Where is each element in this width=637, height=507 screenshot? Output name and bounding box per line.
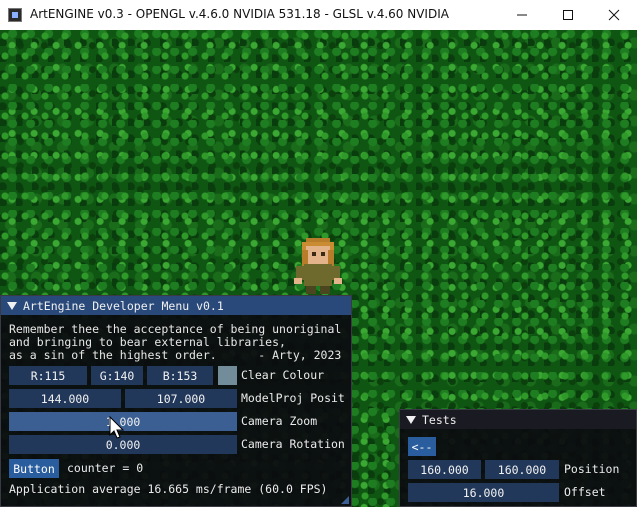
resize-grip-icon[interactable] bbox=[341, 496, 349, 504]
close-button[interactable] bbox=[591, 0, 637, 30]
developer-menu-panel[interactable]: ArtEngine Developer Menu v0.1 Remember t… bbox=[0, 295, 352, 507]
minimize-icon bbox=[517, 14, 527, 16]
counter-text: counter = 0 bbox=[67, 461, 144, 475]
generic-button[interactable]: Button bbox=[9, 459, 59, 478]
clear-colour-swatch[interactable] bbox=[218, 366, 237, 385]
camera-rotation-label: Camera Rotation bbox=[241, 437, 345, 451]
tests-title: Tests bbox=[422, 412, 457, 427]
modelproj-x-field[interactable]: 144.000 bbox=[9, 389, 121, 408]
position-label: Position bbox=[564, 462, 620, 476]
app-icon bbox=[8, 8, 22, 22]
tests-panel[interactable]: Tests <-- 160.000 160.000 Position 16.00… bbox=[399, 409, 637, 507]
collapse-arrow-icon[interactable] bbox=[406, 415, 416, 424]
modelproj-label: ModelProj Posit bbox=[241, 391, 345, 405]
camera-zoom-label: Camera Zoom bbox=[241, 414, 318, 428]
color-r-field[interactable]: R:115 bbox=[9, 366, 87, 385]
quote-line-2: and bringing to bear external libraries, bbox=[9, 335, 286, 349]
window-title: ArtENGINE v0.3 - OPENGL v.4.6.0 NVIDIA 5… bbox=[30, 7, 449, 21]
offset-label: Offset bbox=[564, 485, 606, 499]
player-character-sprite bbox=[294, 238, 342, 294]
collapse-arrow-icon[interactable] bbox=[7, 301, 17, 310]
window-titlebar[interactable]: ArtENGINE v0.3 - OPENGL v.4.6.0 NVIDIA 5… bbox=[0, 0, 637, 30]
position-x-field[interactable]: 160.000 bbox=[408, 460, 481, 479]
developer-menu-title: ArtEngine Developer Menu v0.1 bbox=[23, 298, 224, 313]
back-button[interactable]: <-- bbox=[408, 437, 436, 456]
maximize-icon bbox=[563, 10, 573, 20]
maximize-button[interactable] bbox=[545, 0, 591, 30]
quote-line-3: as a sin of the highest order. - Arty, 2… bbox=[9, 348, 342, 362]
clear-colour-label: Clear Colour bbox=[241, 368, 325, 382]
modelproj-y-field[interactable]: 107.000 bbox=[125, 389, 237, 408]
position-y-field[interactable]: 160.000 bbox=[485, 460, 559, 479]
quote-line-1: Remember thee the acceptance of being un… bbox=[9, 322, 342, 336]
mouse-cursor-icon bbox=[109, 416, 125, 439]
tests-header[interactable]: Tests bbox=[400, 410, 636, 429]
color-g-field[interactable]: G:140 bbox=[91, 366, 143, 385]
offset-field[interactable]: 16.000 bbox=[408, 483, 559, 502]
minimize-button[interactable] bbox=[499, 0, 545, 30]
fps-text: Application average 16.665 ms/frame (60.… bbox=[9, 482, 328, 496]
developer-menu-header[interactable]: ArtEngine Developer Menu v0.1 bbox=[1, 296, 351, 315]
color-b-field[interactable]: B:153 bbox=[147, 366, 213, 385]
close-icon bbox=[608, 9, 620, 21]
